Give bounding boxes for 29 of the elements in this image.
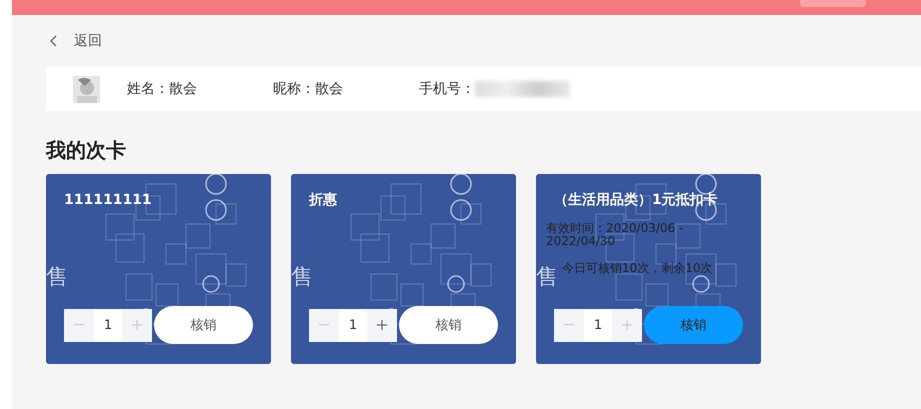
- watermark-text: 售: [291, 264, 313, 292]
- phone-label: 手机号：: [419, 80, 475, 98]
- card-title: 折惠: [309, 191, 338, 210]
- watermark-text: 售: [46, 264, 68, 292]
- redeem-button[interactable]: 核销: [154, 306, 253, 344]
- member-nickname: 昵称：散会: [273, 80, 344, 98]
- usage-text: 今日可核销10次，剩余10次: [562, 262, 714, 275]
- back-icon[interactable]: [50, 35, 58, 47]
- quantity-stepper[interactable]: 1: [309, 308, 397, 342]
- watermark-text: 售: [536, 264, 558, 292]
- validity-text: 有效时间：2020/03/06 - 2022/04/30: [546, 222, 684, 248]
- minus-icon: [564, 324, 574, 326]
- plus-icon: [622, 320, 632, 330]
- quantity-stepper[interactable]: 1: [554, 308, 642, 342]
- member-name: 姓名：散会: [127, 80, 198, 98]
- redeem-button[interactable]: 核销: [644, 306, 743, 344]
- section-title: 我的次卡: [46, 137, 127, 164]
- plus-icon: [132, 320, 142, 330]
- quantity-value[interactable]: 1: [339, 308, 367, 342]
- quantity-value[interactable]: 1: [94, 308, 122, 342]
- minus-icon: [319, 324, 329, 326]
- quantity-value[interactable]: 1: [584, 308, 612, 342]
- card-title: 111111111: [64, 191, 153, 210]
- nav-tab[interactable]: [800, 0, 866, 7]
- quantity-stepper[interactable]: 1: [64, 308, 152, 342]
- minus-icon: [74, 324, 84, 326]
- back-link[interactable]: 返回: [74, 32, 102, 50]
- redeem-button[interactable]: 核销: [399, 306, 498, 344]
- plus-icon: [377, 320, 387, 330]
